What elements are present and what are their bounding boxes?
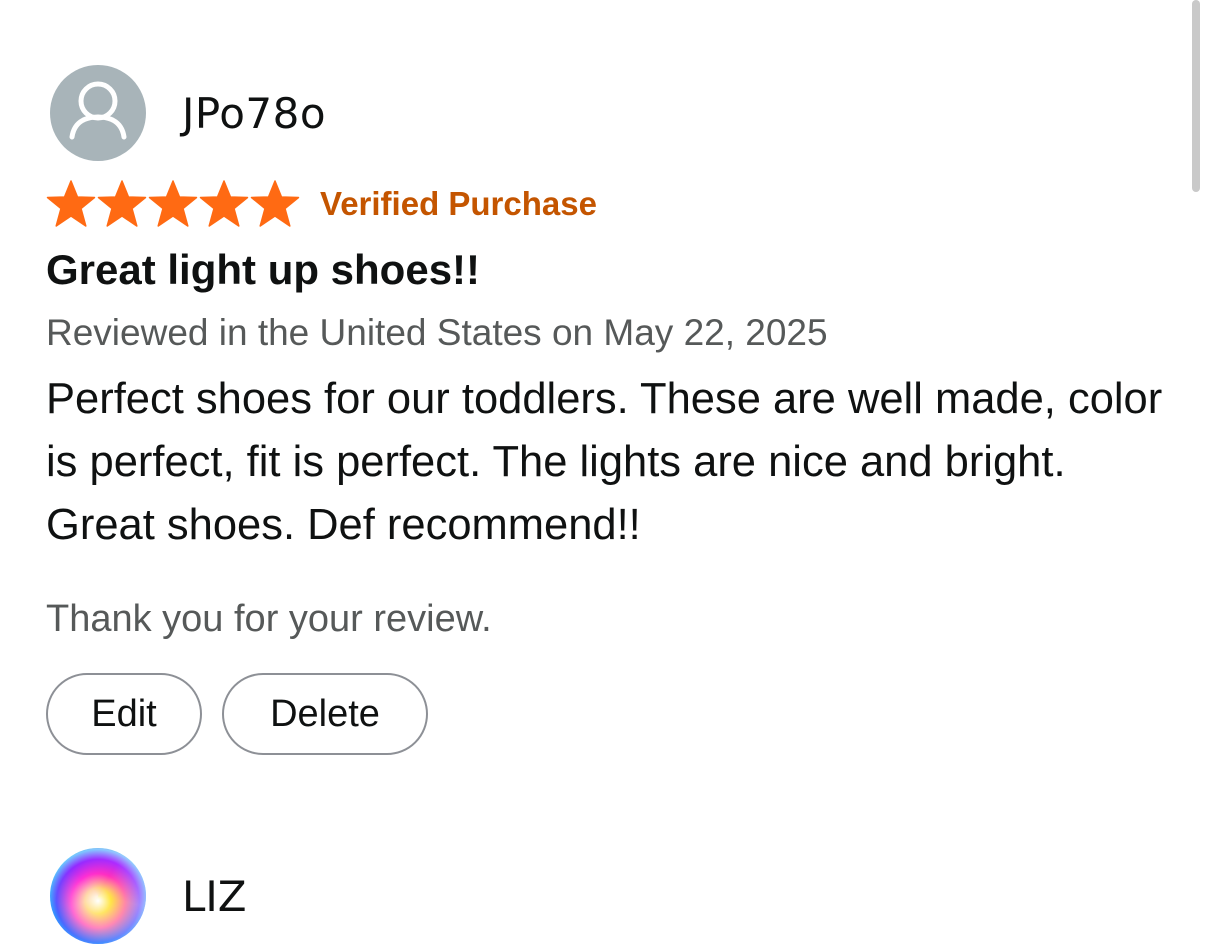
star-icon	[46, 180, 96, 227]
review-title: Great light up shoes!!	[46, 246, 481, 293]
star-icon	[148, 180, 198, 227]
verified-purchase-badge: Verified Purchase	[320, 185, 597, 222]
profile-name: JPo78o	[182, 88, 327, 138]
star-icon	[199, 180, 249, 227]
thank-you-message: Thank you for your review.	[46, 598, 492, 640]
rating-row: Verified Purchase	[46, 178, 1186, 230]
review-actions: Edit Delete	[46, 673, 1186, 755]
user-silhouette-icon	[69, 81, 127, 140]
delete-button[interactable]: Delete	[222, 673, 428, 755]
star-icon	[97, 180, 147, 227]
review-card: LIZ	[46, 848, 247, 944]
profile-name[interactable]: LIZ	[182, 872, 247, 921]
scrollbar[interactable]	[1192, 0, 1200, 192]
star-icon	[250, 180, 300, 227]
review-body: Perfect shoes for our toddlers. These ar…	[46, 375, 1163, 549]
avatar	[50, 65, 146, 161]
star-rating	[46, 180, 300, 228]
edit-button[interactable]: Edit	[46, 673, 202, 755]
review-date: Reviewed in the United States on May 22,…	[46, 312, 828, 353]
avatar[interactable]	[50, 848, 146, 944]
review-card: JPo78o Verified Purchase Great light up …	[46, 64, 1186, 755]
profile-row[interactable]: JPo78o	[46, 64, 1186, 162]
